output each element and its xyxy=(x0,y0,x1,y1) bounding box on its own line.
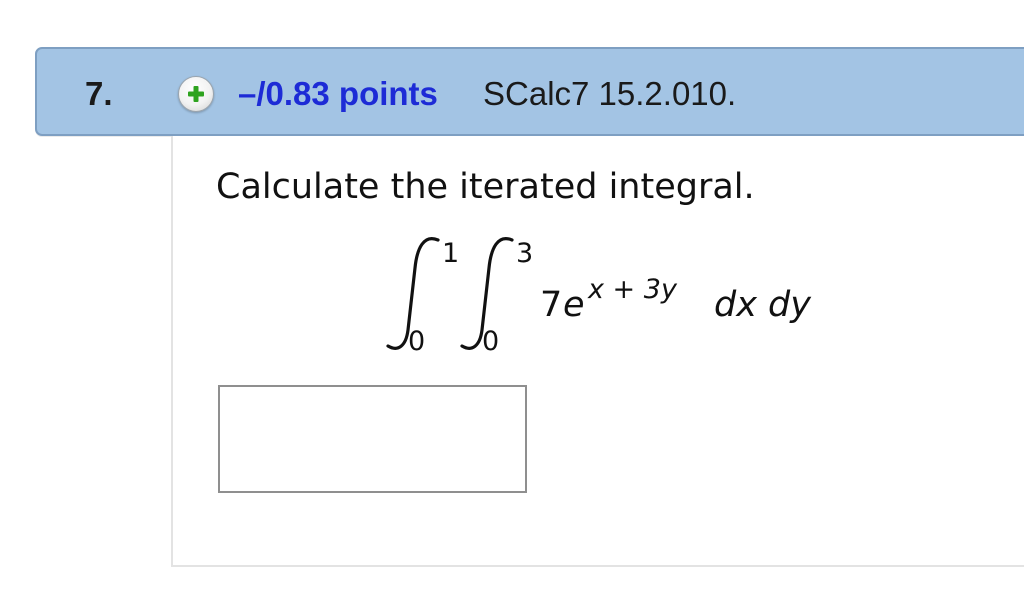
expand-question-button[interactable] xyxy=(178,76,214,112)
inner-upper-limit: 3 xyxy=(516,238,533,269)
inner-lower-limit: 0 xyxy=(482,326,499,357)
integral-differentials: dx dy xyxy=(714,285,812,325)
integrand-exponent: x + 3y xyxy=(587,274,678,305)
iterated-integral-expression: 1 0 3 0 7 e x + 3y dx dy xyxy=(370,228,840,363)
source-reference: SCalc7 15.2.010. xyxy=(483,75,737,112)
plus-circle-icon xyxy=(188,86,204,102)
question-page: 7. –/0.83 points SCalc7 15.2.010. Calcul… xyxy=(0,0,1024,595)
question-header: 7. –/0.83 points SCalc7 15.2.010. xyxy=(35,47,1024,136)
outer-lower-limit: 0 xyxy=(408,326,425,357)
integrand-base: e xyxy=(563,285,585,325)
answer-input[interactable] xyxy=(218,385,527,493)
integral-formula: 1 0 3 0 7 e x + 3y dx dy xyxy=(386,237,812,357)
question-number: 7. xyxy=(85,75,113,112)
points-label: –/0.83 points xyxy=(238,75,438,112)
outer-upper-limit: 1 xyxy=(442,238,459,269)
question-prompt: Calculate the iterated integral. xyxy=(216,167,755,207)
integrand-coefficient: 7 xyxy=(540,285,562,325)
